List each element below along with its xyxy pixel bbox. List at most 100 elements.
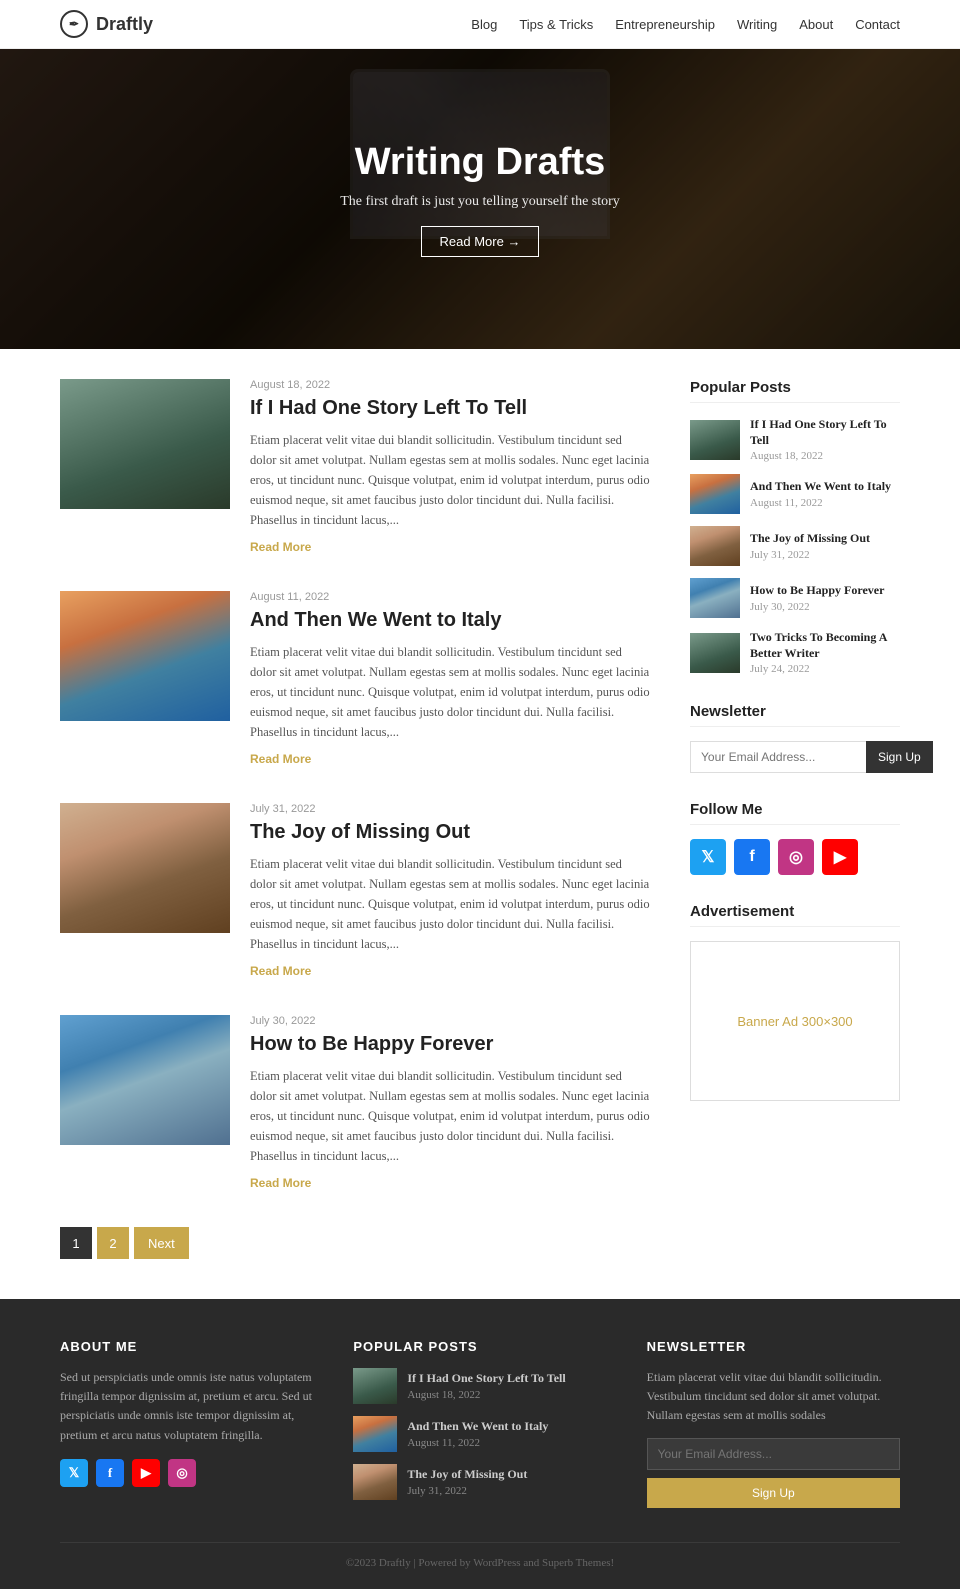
footer-thumb-img [353,1464,397,1500]
post-title[interactable]: And Then We Went to Italy [250,609,650,632]
popular-item: The Joy of Missing Out July 31, 2022 [690,526,900,566]
popular-info: The Joy of Missing Out July 31, 2022 [750,531,870,561]
footer-thumb-img [353,1416,397,1452]
post-body: July 30, 2022 How to Be Happy Forever Et… [250,1015,650,1192]
footer-popular-info: And Then We Went to Italy August 11, 202… [407,1419,548,1449]
newsletter-form: Sign Up [690,741,900,773]
footer-instagram-icon[interactable]: ◎ [168,1459,196,1487]
logo-text: Draftly [96,14,153,35]
hero-subtitle: The first draft is just you telling your… [340,194,620,210]
popular-item-title[interactable]: Two Tricks To Becoming A Better Writer [750,630,900,661]
logo-icon: ✒ [60,10,88,38]
read-more-link[interactable]: Read More [250,1176,311,1190]
footer-youtube-icon[interactable]: ▶ [132,1459,160,1487]
post-title[interactable]: If I Had One Story Left To Tell [250,397,650,420]
twitter-icon[interactable]: 𝕏 [690,839,726,875]
post-card: July 31, 2022 The Joy of Missing Out Eti… [60,803,650,980]
sidebar-advertisement: Advertisement Banner Ad 300×300 [690,903,900,1101]
read-more-link[interactable]: Read More [250,540,311,554]
read-more-link[interactable]: Read More [250,752,311,766]
popular-item: How to Be Happy Forever July 30, 2022 [690,578,900,618]
copyright-text: ©2023 Draftly | Powered by WordPress and… [346,1557,614,1569]
footer-newsletter-form: Sign Up [647,1438,900,1508]
footer-newsletter-col: NEWSLETTER Etiam placerat velit vitae du… [647,1339,900,1512]
post-excerpt: Etiam placerat velit vitae dui blandit s… [250,642,650,742]
post-date: July 30, 2022 [250,1015,650,1027]
post-body: July 31, 2022 The Joy of Missing Out Eti… [250,803,650,980]
post-date: July 31, 2022 [250,803,650,815]
sidebar-popular-posts: Popular Posts If I Had One Story Left To… [690,379,900,675]
nav-links: Blog Tips & Tricks Entrepreneurship Writ… [471,17,900,32]
nav-link-blog[interactable]: Blog [471,17,497,32]
footer-popular-info: If I Had One Story Left To Tell August 1… [407,1371,565,1401]
footer-newsletter-title: NEWSLETTER [647,1339,900,1354]
popular-thumb-img [690,474,740,514]
popular-thumb-img [690,526,740,566]
hero-section: Writing Drafts The first draft is just y… [0,49,960,349]
footer-grid: ABOUT ME Sed ut perspiciatis unde omnis … [60,1339,900,1512]
sidebar-follow-title: Follow Me [690,801,900,825]
popular-thumb [690,526,740,566]
footer-social-icons: 𝕏 f ▶ ◎ [60,1459,313,1487]
footer-popular-item-title[interactable]: And Then We Went to Italy [407,1419,548,1435]
hero-content: Writing Drafts The first draft is just y… [340,141,620,257]
instagram-icon[interactable]: ◎ [778,839,814,875]
popular-item-title[interactable]: The Joy of Missing Out [750,531,870,547]
post-title[interactable]: How to Be Happy Forever [250,1033,650,1056]
page-wrap: August 18, 2022 If I Had One Story Left … [40,349,920,1299]
popular-item: If I Had One Story Left To Tell August 1… [690,417,900,462]
footer-newsletter-email-input[interactable] [647,1438,900,1470]
page-2-button[interactable]: 2 [97,1227,129,1259]
post-excerpt: Etiam placerat velit vitae dui blandit s… [250,854,650,954]
footer-popular-item-title[interactable]: If I Had One Story Left To Tell [407,1371,565,1387]
post-image-coast [60,1015,230,1145]
hero-title: Writing Drafts [340,141,620,184]
popular-thumb [690,578,740,618]
popular-item: And Then We Went to Italy August 11, 202… [690,474,900,514]
popular-thumb-img [690,420,740,460]
footer-popular-item-title[interactable]: The Joy of Missing Out [407,1467,527,1483]
nav-link-tips[interactable]: Tips & Tricks [519,17,593,32]
footer-popular-thumb [353,1464,397,1500]
nav-link-about[interactable]: About [799,17,833,32]
popular-info: And Then We Went to Italy August 11, 202… [750,479,891,509]
popular-info: Two Tricks To Becoming A Better Writer J… [750,630,900,675]
footer-popular-item: And Then We Went to Italy August 11, 202… [353,1416,606,1452]
footer-twitter-icon[interactable]: 𝕏 [60,1459,88,1487]
sidebar-popular-title: Popular Posts [690,379,900,403]
pagination: 1 2 Next [60,1227,650,1259]
nav-link-writing[interactable]: Writing [737,17,777,32]
popular-info: If I Had One Story Left To Tell August 1… [750,417,900,462]
popular-item-title[interactable]: How to Be Happy Forever [750,583,884,599]
popular-item-date: August 11, 2022 [750,497,891,509]
next-page-button[interactable]: Next [134,1227,189,1259]
sidebar-ad-title: Advertisement [690,903,900,927]
popular-item-title[interactable]: And Then We Went to Italy [750,479,891,495]
popular-item-date: July 31, 2022 [750,549,870,561]
facebook-icon[interactable]: f [734,839,770,875]
hero-read-more-button[interactable]: Read More → [421,226,540,257]
popular-item-date: July 30, 2022 [750,601,884,613]
nav-link-contact[interactable]: Contact [855,17,900,32]
newsletter-signup-button[interactable]: Sign Up [866,741,933,773]
youtube-icon[interactable]: ▶ [822,839,858,875]
post-title[interactable]: The Joy of Missing Out [250,821,650,844]
footer-facebook-icon[interactable]: f [96,1459,124,1487]
footer-popular-thumb [353,1368,397,1404]
footer-about-text: Sed ut perspiciatis unde omnis iste natu… [60,1368,313,1445]
popular-thumb-img [690,578,740,618]
read-more-link[interactable]: Read More [250,964,311,978]
ad-label: Banner Ad 300×300 [737,1014,852,1029]
page-1-button[interactable]: 1 [60,1227,92,1259]
newsletter-email-input[interactable] [690,741,866,773]
popular-item-date: August 18, 2022 [750,450,900,462]
follow-icons: 𝕏 f ◎ ▶ [690,839,900,875]
popular-item-title[interactable]: If I Had One Story Left To Tell [750,417,900,448]
nav-link-entrepreneurship[interactable]: Entrepreneurship [615,17,715,32]
main-content: August 18, 2022 If I Had One Story Left … [60,379,650,1269]
footer-newsletter-signup-button[interactable]: Sign Up [647,1478,900,1508]
footer-popular-item: If I Had One Story Left To Tell August 1… [353,1368,606,1404]
site-logo[interactable]: ✒ Draftly [60,10,153,38]
sidebar: Popular Posts If I Had One Story Left To… [690,379,900,1269]
post-body: August 18, 2022 If I Had One Story Left … [250,379,650,556]
